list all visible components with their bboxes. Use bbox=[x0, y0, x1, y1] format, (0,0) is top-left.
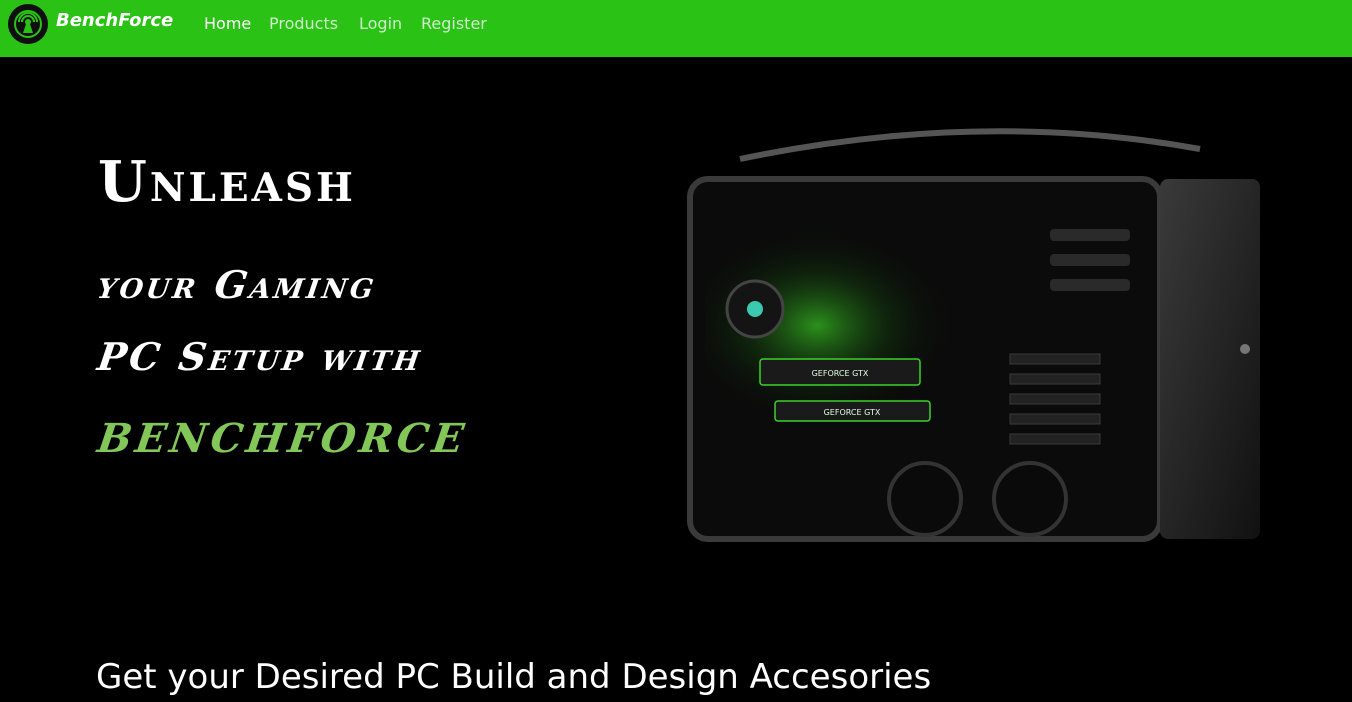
section-heading: Get your Desired PC Build and Design Acc… bbox=[96, 657, 932, 697]
nav-link-login[interactable]: Login bbox=[359, 14, 402, 33]
brand-name[interactable]: BenchForce bbox=[56, 10, 173, 31]
hero-line-4: BENCHFORCE bbox=[94, 415, 471, 462]
hero-line-1: Unleash bbox=[98, 149, 356, 215]
signal-icon bbox=[14, 10, 42, 38]
hero-section: Unleash your Gaming PC Setup with BENCHF… bbox=[0, 57, 1352, 702]
brand-logo[interactable] bbox=[8, 4, 48, 44]
navbar: BenchForce Home Products Login Register bbox=[0, 0, 1352, 57]
hero-line-3: PC Setup with bbox=[94, 334, 426, 379]
gpu-label-1: GEFORCE GTX bbox=[812, 369, 869, 378]
gaming-pc-image: GEFORCE GTX GEFORCE GTX bbox=[680, 119, 1270, 544]
nav-link-products[interactable]: Products bbox=[269, 14, 338, 33]
hero-line-2: your Gaming bbox=[94, 262, 380, 307]
gpu-label-2: GEFORCE GTX bbox=[824, 408, 881, 417]
nav-link-register[interactable]: Register bbox=[421, 14, 487, 33]
nav-link-home[interactable]: Home bbox=[204, 14, 251, 33]
